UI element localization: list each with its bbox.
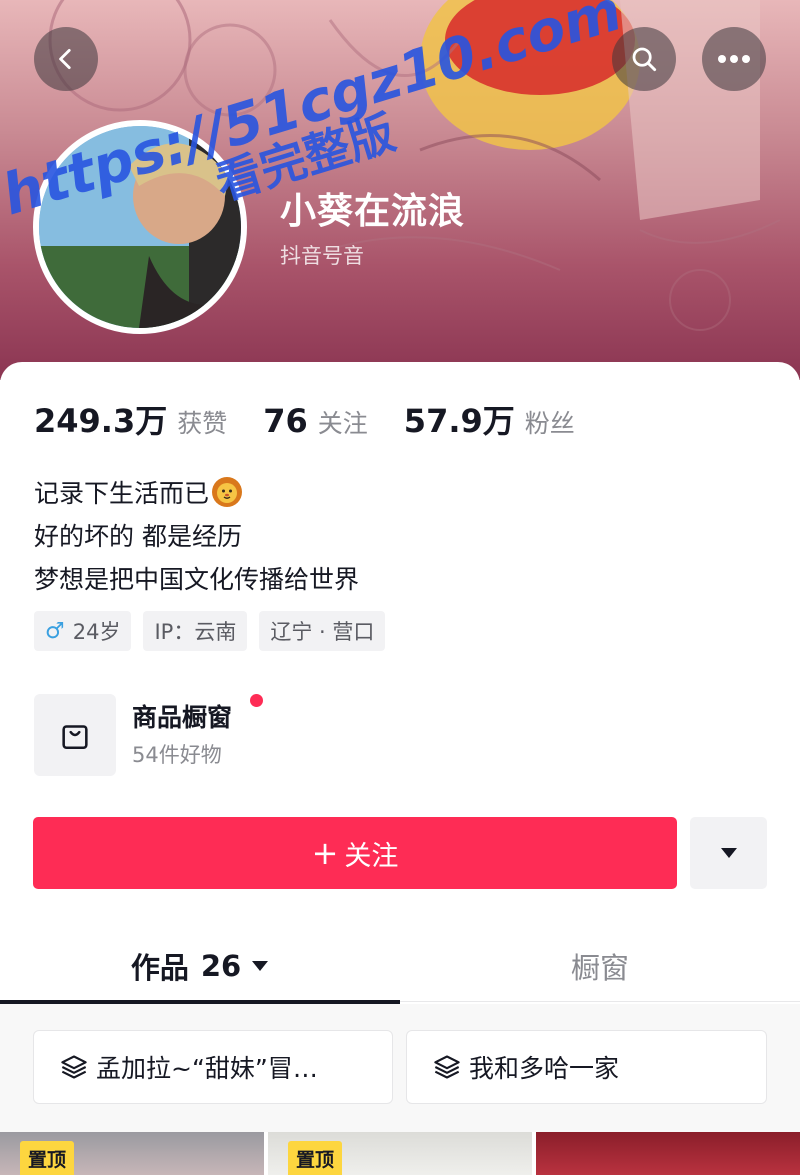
follow-label: 关注 <box>344 840 399 872</box>
stat-followers-label: 粉丝 <box>524 409 575 438</box>
stat-followers-value: 57.9万 <box>403 402 515 440</box>
stat-likes[interactable]: 249.3万 获赞 <box>34 396 227 442</box>
triangle-down-icon <box>720 848 737 858</box>
notification-dot <box>250 694 263 707</box>
shop-icon-box <box>34 694 116 776</box>
nickname: 小葵在流浪 <box>280 191 466 232</box>
collection-label: 孟加拉~“甜妹”冒… <box>96 1054 318 1083</box>
avatar-photo <box>39 126 241 328</box>
tab-works[interactable]: 作品 26 <box>0 930 400 1002</box>
collection-item[interactable]: 我和多哈一家 <box>406 1030 767 1104</box>
stats-row: 249.3万 获赞 76 关注 57.9万 粉丝 <box>34 396 611 442</box>
stat-followers[interactable]: 57.9万 粉丝 <box>404 396 575 442</box>
collection-item[interactable]: 孟加拉~“甜妹”冒… <box>33 1030 393 1104</box>
bio-line-1-text: 记录下生活而已 <box>34 479 210 508</box>
collections-row: 孟加拉~“甜妹”冒… 我和多哈一家 <box>0 1004 800 1132</box>
stat-likes-value: 249.3万 <box>34 402 168 440</box>
plus-icon: + <box>311 834 339 872</box>
bio-line-3: 梦想是把中国文化传播给世界 <box>34 565 360 594</box>
more-button[interactable] <box>702 27 766 91</box>
back-button[interactable] <box>34 27 98 91</box>
collection-label: 我和多哈一家 <box>469 1054 620 1083</box>
recommend-dropdown-button[interactable] <box>690 817 767 889</box>
bio-line-1: 记录下生活而已 <box>34 472 359 515</box>
caret-down-icon <box>252 961 269 971</box>
more-horizontal-icon <box>718 55 750 63</box>
layers-icon <box>433 1053 461 1081</box>
video-thumbnail[interactable]: 置顶 <box>0 1132 264 1175</box>
male-icon: ♂ <box>45 618 65 644</box>
tab-works-count: 26 <box>200 949 242 983</box>
shopping-bag-icon <box>62 725 88 750</box>
search-button[interactable] <box>612 27 676 91</box>
chevron-left-icon <box>59 48 71 70</box>
stat-likes-label: 获赞 <box>177 409 228 438</box>
stat-following-label: 关注 <box>317 409 368 438</box>
account-id[interactable]: 抖音号音 <box>280 240 364 270</box>
tag-age: ♂ 24岁 <box>34 611 132 651</box>
shop-window-entry[interactable]: 商品橱窗 54件好物 <box>34 694 534 776</box>
profile-banner: 小葵在流浪 抖音号音 https://51cgz10.com 看完整版 <box>0 0 800 380</box>
profile-card: 249.3万 获赞 76 关注 57.9万 粉丝 记录下生活而已 好的坏的 都是… <box>0 362 800 1175</box>
stat-following[interactable]: 76 关注 <box>263 402 368 440</box>
stat-following-value: 76 <box>263 402 308 440</box>
pinned-badge: 置顶 <box>20 1141 75 1175</box>
pinned-badge: 置顶 <box>288 1141 343 1175</box>
follow-button[interactable]: + 关注 <box>33 817 677 889</box>
tag-location: 辽宁 · 营口 <box>259 611 386 651</box>
shop-title: 商品橱窗 <box>132 703 233 732</box>
shop-subtitle: 54件好物 <box>132 743 222 767</box>
layers-icon <box>60 1053 88 1081</box>
tags-row: ♂ 24岁 IP：云南 辽宁 · 营口 <box>34 611 397 651</box>
bio: 记录下生活而已 好的坏的 都是经历 梦想是把中国文化传播给世界 <box>34 472 359 601</box>
tab-window[interactable]: 橱窗 <box>400 930 800 1002</box>
video-thumbnail[interactable] <box>536 1132 800 1175</box>
search-icon <box>632 47 657 72</box>
tag-age-text: 24岁 <box>72 620 121 644</box>
video-thumbnail[interactable]: 置顶 <box>268 1132 532 1175</box>
tab-works-label: 作品 <box>130 951 189 985</box>
lion-emoji-icon <box>212 477 243 507</box>
bio-line-2: 好的坏的 都是经历 <box>34 522 242 551</box>
avatar[interactable] <box>33 120 247 334</box>
tab-bar: 作品 26 橱窗 <box>0 930 800 1002</box>
tag-ip: IP：云南 <box>143 611 248 651</box>
